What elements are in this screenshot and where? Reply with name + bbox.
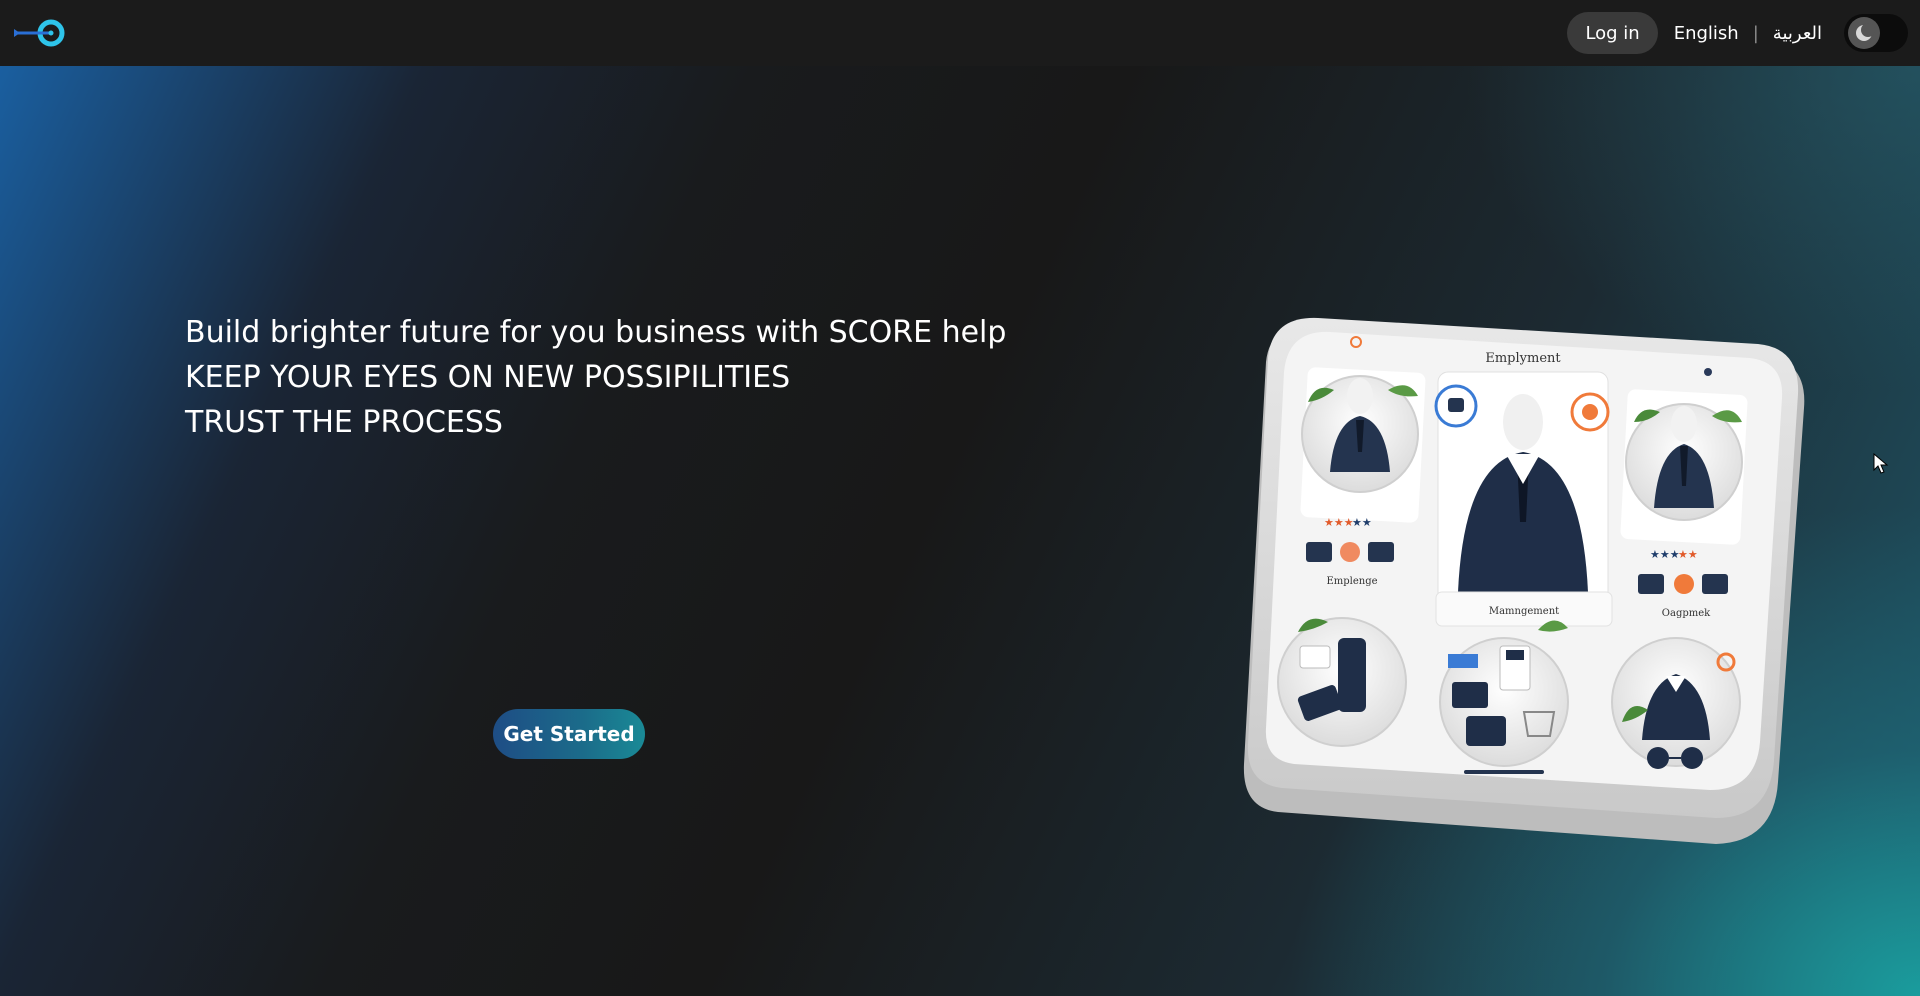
hero-section: Build brighter future for you business w… xyxy=(0,66,1920,996)
hero-line-1: Build brighter future for you business w… xyxy=(185,315,1007,350)
mouse-cursor-icon xyxy=(1873,452,1889,475)
svg-text:★★★: ★★★ xyxy=(1650,548,1680,561)
moon-icon xyxy=(1848,17,1880,49)
get-started-button[interactable]: Get Started xyxy=(493,709,645,759)
lang-english-link[interactable]: English xyxy=(1674,23,1739,44)
hero-line-2: KEEP YOUR EYES ON NEW POSSIPILITIES xyxy=(185,360,791,395)
illustration-label-3: Oagpmek xyxy=(1662,608,1711,619)
illustration-label-2: Mamngement xyxy=(1489,606,1559,617)
svg-text:★★: ★★ xyxy=(1352,516,1372,529)
svg-text:★★★: ★★★ xyxy=(1324,516,1354,529)
lang-separator: | xyxy=(1752,22,1759,44)
login-button[interactable]: Log in xyxy=(1567,12,1658,54)
hero-line-3: TRUST THE PROCESS xyxy=(185,405,503,440)
hero-headline: Build brighter future for you business w… xyxy=(185,310,1006,445)
illustration-title: Emplyment xyxy=(1485,351,1561,366)
target-arrow-logo-icon[interactable] xyxy=(12,13,68,53)
lang-arabic-link[interactable]: العربية xyxy=(1773,23,1822,44)
employment-illustration: Emplyment ★★★ ★★ Emplenge Mamngement ★★★… xyxy=(1238,312,1808,852)
theme-toggle[interactable] xyxy=(1844,14,1908,52)
nav-actions: Log in English | العربية xyxy=(1567,0,1908,66)
illustration-label-1: Emplenge xyxy=(1326,576,1377,587)
svg-text:★★: ★★ xyxy=(1678,548,1698,561)
top-navbar: Log in English | العربية xyxy=(0,0,1920,66)
